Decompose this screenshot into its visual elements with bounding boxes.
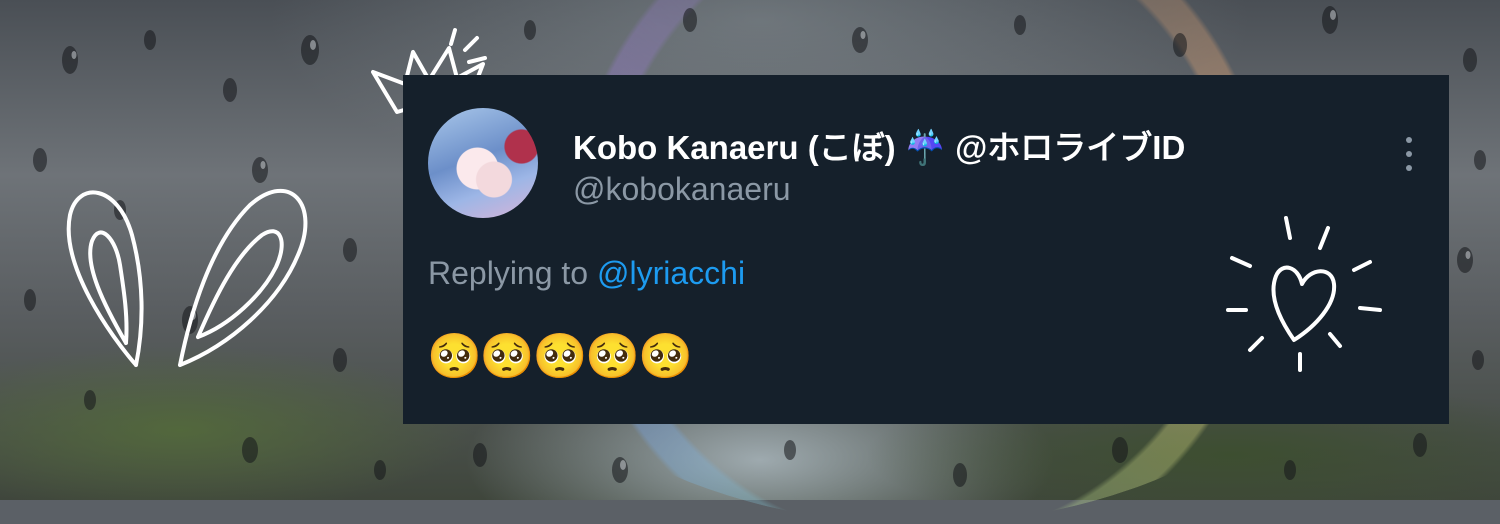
tweet-body: 🥺🥺🥺🥺🥺 <box>427 331 693 382</box>
display-name[interactable]: Kobo Kanaeru (こぼ) ☔ @ホロライブID <box>573 121 1185 169</box>
avatar[interactable] <box>428 108 538 218</box>
more-options-icon[interactable] <box>1399 137 1419 171</box>
bunny-ears-doodle-icon <box>66 188 308 367</box>
replying-to-mention-link[interactable]: @lyriacchi <box>597 255 745 291</box>
replying-to-line: Replying to @lyriacchi <box>428 255 745 292</box>
sparkle-heart-doodle-icon <box>1226 216 1382 372</box>
replying-to-label: Replying to <box>428 255 597 291</box>
user-handle[interactable]: @kobokanaeru <box>573 171 791 208</box>
